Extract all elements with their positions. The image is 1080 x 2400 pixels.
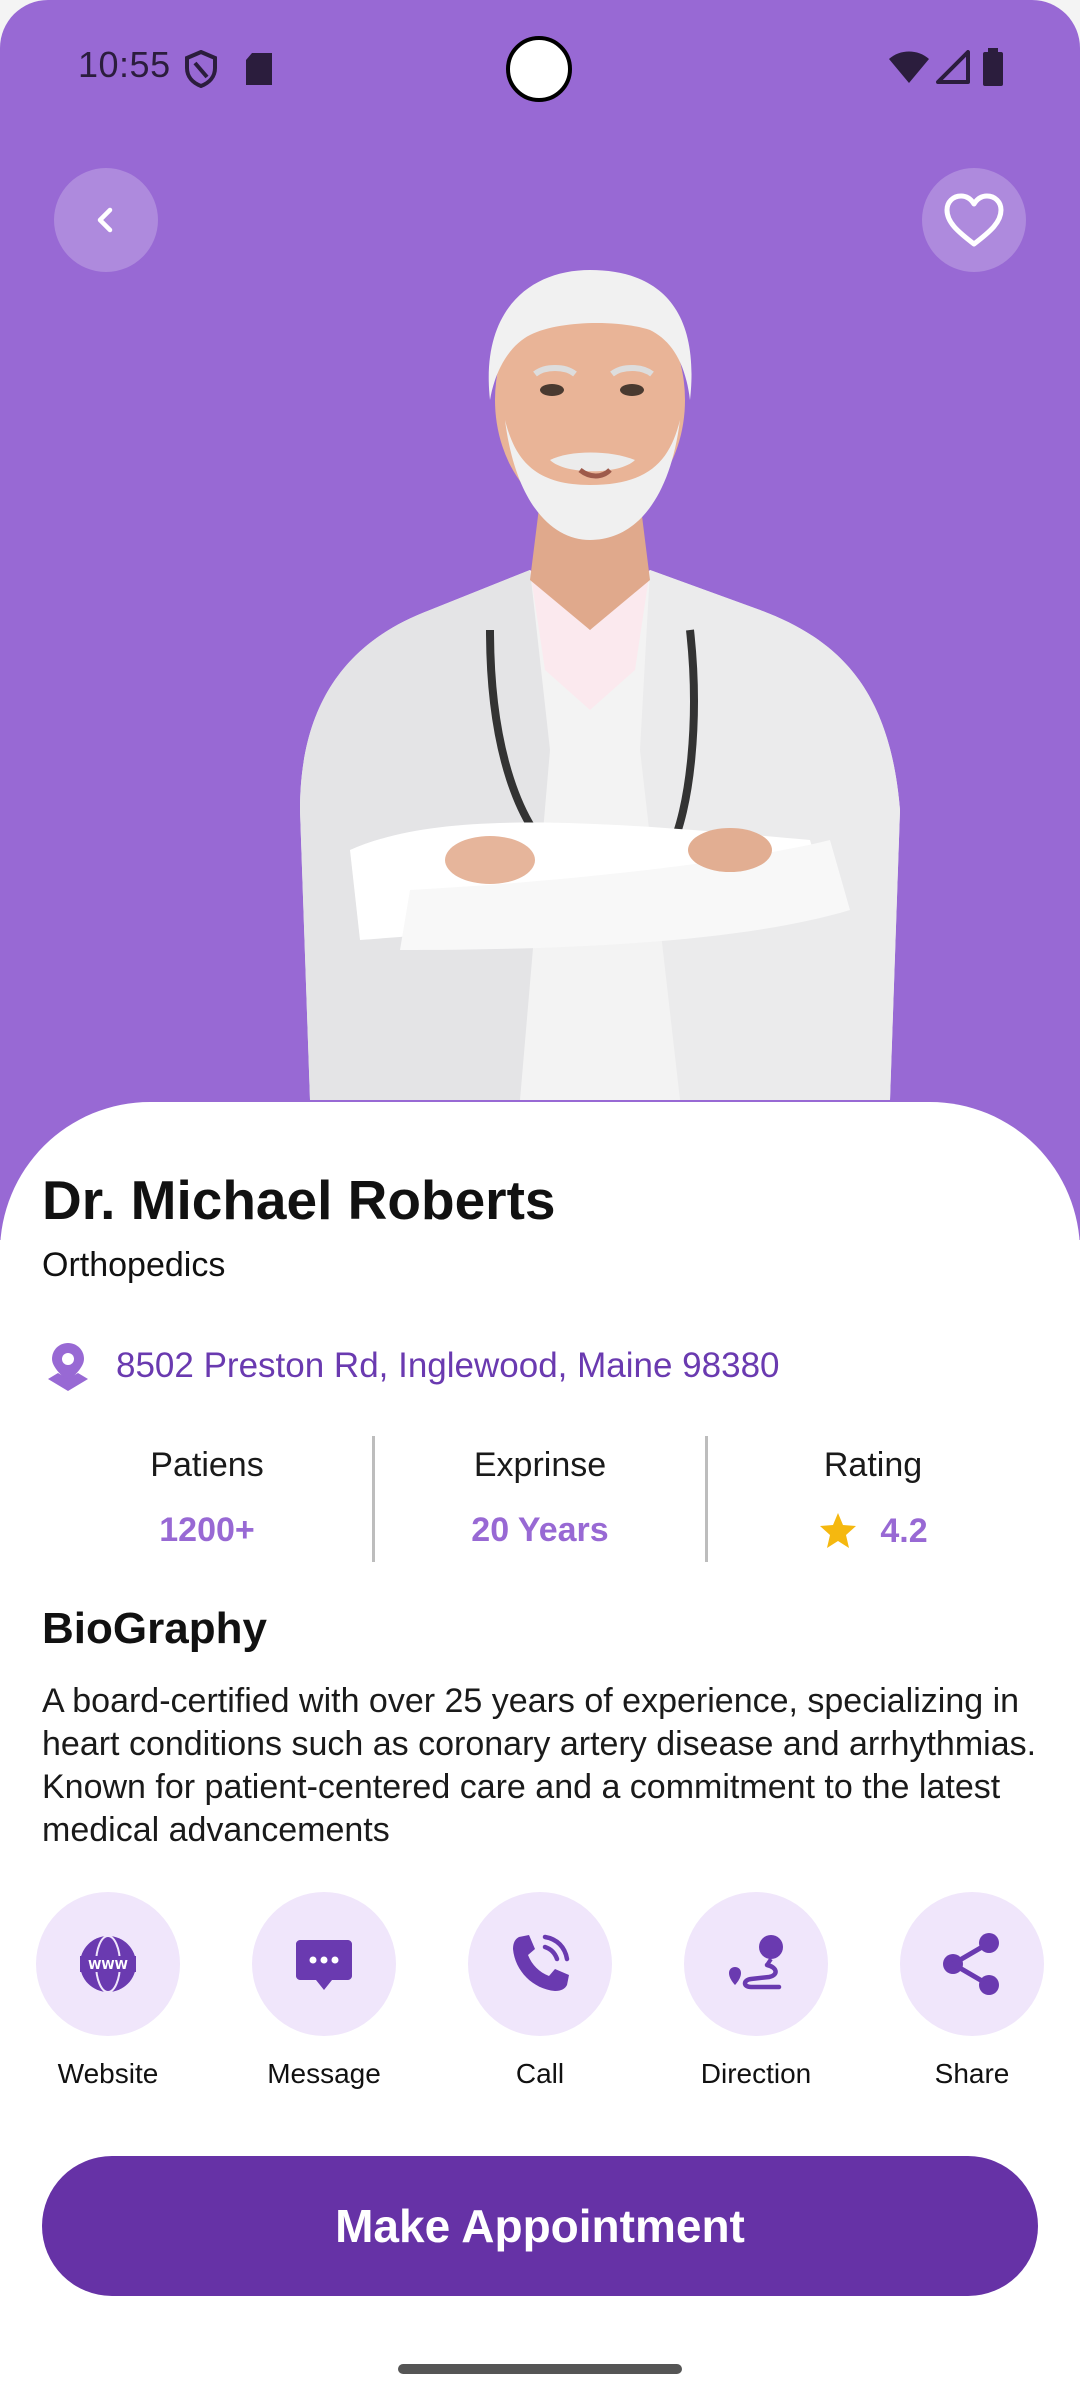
status-bar: 10:55 [0, 0, 1080, 136]
action-label: Call [515, 2058, 565, 2089]
message-button[interactable] [252, 1892, 396, 2036]
direction-button[interactable] [684, 1892, 828, 2036]
share-icon [943, 1933, 999, 1995]
star-icon [820, 1513, 857, 1548]
action-label: Share [934, 2058, 1010, 2089]
doctor-photo [300, 270, 900, 1100]
make-appointment-button[interactable]: Make Appointment [42, 2156, 1038, 2296]
call-action[interactable]: Call [450, 1892, 630, 2090]
actions-row: WWW Website Message Call Direction Share [0, 1892, 1080, 2102]
message-action[interactable]: Message [234, 1892, 414, 2090]
home-indicator[interactable] [398, 2364, 682, 2374]
stat-label: Rating [823, 1446, 923, 1484]
route-icon [729, 1935, 783, 1990]
call-button[interactable] [468, 1892, 612, 2036]
camera-cutout [506, 36, 572, 102]
message-bubble-icon [296, 1940, 352, 1990]
wifi-icon [889, 51, 929, 83]
heart-outline-icon [944, 193, 1004, 247]
stat-rating-value: 4.2 [818, 1511, 928, 1551]
chevron-left-icon [97, 207, 113, 233]
doctor-specialty: Orthopedics [42, 1246, 226, 1284]
stat-patients: Patiens 1200+ [42, 1436, 372, 1562]
globe-www-icon: WWW [80, 1935, 136, 1993]
signal-icon [936, 50, 970, 84]
stat-rating: Rating 4.2 [705, 1436, 1038, 1562]
stat-label: Patiens [150, 1446, 264, 1484]
website-action[interactable]: WWW Website [18, 1892, 198, 2090]
address-row[interactable]: 8502 Preston Rd, Inglewood, Maine 98380 [42, 1336, 780, 1396]
favorite-button[interactable] [922, 168, 1026, 272]
battery-icon [983, 48, 1003, 86]
share-action[interactable]: Share [882, 1892, 1062, 2090]
direction-action[interactable]: Direction [666, 1892, 846, 2090]
location-pin-icon [48, 1343, 88, 1391]
stats-row: Patiens 1200+ Exprinse 20 Years Rating 4… [42, 1436, 1038, 1562]
share-button[interactable] [900, 1892, 1044, 2036]
action-label: Direction [700, 2058, 812, 2089]
doctor-name: Dr. Michael Roberts [42, 1169, 556, 1231]
stat-value: 1200+ [159, 1511, 255, 1549]
address-text: 8502 Preston Rd, Inglewood, Maine 98380 [116, 1346, 780, 1385]
biography-title: BioGraphy [42, 1604, 267, 1653]
back-button[interactable] [54, 168, 158, 272]
action-label: Message [267, 2058, 381, 2089]
biography-text: A board-certified with over 25 years of … [42, 1682, 1037, 1849]
phone-icon [513, 1934, 570, 1991]
rating-number: 4.2 [880, 1511, 928, 1550]
sd-card-icon [246, 53, 272, 85]
svg-text:WWW: WWW [88, 1958, 128, 1972]
status-time: 10:55 [78, 44, 171, 85]
doctor-profile-screen: 10:55 Dr. Michael Roberts Orthopedics 85… [0, 0, 1080, 2400]
stat-value: 20 Years [471, 1511, 609, 1549]
stat-label: Exprinse [473, 1446, 607, 1484]
website-button[interactable]: WWW [36, 1892, 180, 2036]
action-label: Website [57, 2058, 159, 2089]
vpn-shield-icon [185, 50, 217, 88]
stat-experience: Exprinse 20 Years [372, 1436, 705, 1562]
